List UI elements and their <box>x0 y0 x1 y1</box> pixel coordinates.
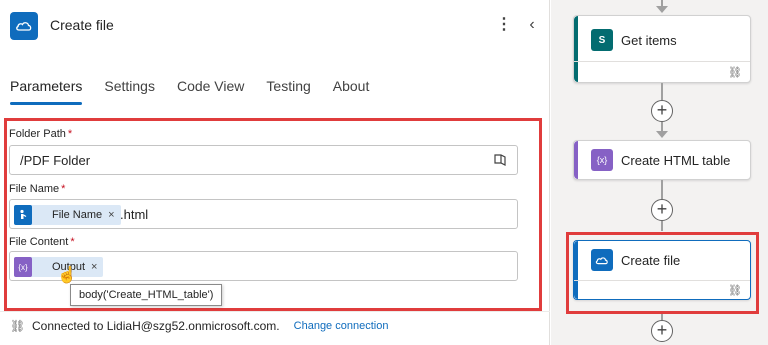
hand-cursor-icon: ☝ <box>57 267 77 284</box>
change-connection-link[interactable]: Change connection <box>294 320 389 332</box>
card-title: Get items <box>621 33 677 48</box>
add-step-icon[interactable]: + <box>651 199 673 221</box>
panel-header: Create file ⋮ ‹ <box>0 0 550 52</box>
card-accent-bar <box>574 141 578 179</box>
link-icon: ⛓ <box>10 319 26 333</box>
link-icon: ⛓ <box>728 67 742 79</box>
card-highlight-box <box>566 232 759 314</box>
connection-info: ⛓ Connected to LidiaH@szg52.onmicrosoft.… <box>10 319 388 333</box>
tab-about[interactable]: About <box>333 76 370 106</box>
onedrive-icon <box>10 12 38 40</box>
panel-title: Create file <box>50 17 114 33</box>
tab-code-view[interactable]: Code View <box>177 76 244 106</box>
connector-line <box>661 221 663 231</box>
card-accent-bar <box>574 16 578 82</box>
connector-line <box>661 83 663 100</box>
connection-text: Connected to LidiaH@szg52.onmicrosoft.co… <box>32 319 280 333</box>
add-step-icon[interactable]: + <box>651 100 673 122</box>
flow-card-create-html-table[interactable]: {x} Create HTML table <box>573 140 751 180</box>
tab-bar: Parameters Settings Code View Testing Ab… <box>10 76 391 106</box>
data-operation-icon: {x} <box>591 149 613 171</box>
card-divider <box>574 61 750 62</box>
parameters-highlight-box <box>4 118 542 311</box>
footer-divider <box>0 311 550 312</box>
tab-settings[interactable]: Settings <box>104 76 155 106</box>
arrow-down-icon <box>656 6 668 13</box>
tab-testing[interactable]: Testing <box>266 76 310 106</box>
sharepoint-icon: S <box>591 29 613 51</box>
arrow-down-icon <box>656 131 668 138</box>
card-title: Create HTML table <box>621 153 731 168</box>
tab-parameters[interactable]: Parameters <box>10 76 83 106</box>
token-tooltip: body('Create_HTML_table') <box>70 284 223 306</box>
add-step-icon[interactable]: + <box>651 320 673 342</box>
flow-card-get-items[interactable]: S Get items ⛓ <box>573 15 751 83</box>
more-vertical-icon[interactable]: ⋮ <box>496 14 512 36</box>
connector-line <box>661 180 663 199</box>
chevron-left-icon[interactable]: ‹ <box>524 14 540 36</box>
